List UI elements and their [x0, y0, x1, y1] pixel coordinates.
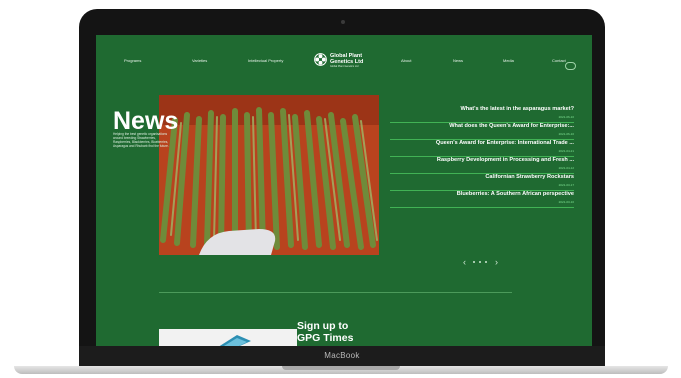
laptop-chin: MacBook	[79, 346, 605, 367]
page-description: Helping the best genetic organisations a…	[113, 132, 169, 148]
news-date: 2021-06-10	[558, 115, 574, 119]
news-item[interactable]: Raspberry Development in Processing and …	[390, 157, 574, 174]
asparagus-photo	[159, 95, 379, 255]
pager-dot[interactable]	[479, 261, 481, 263]
pager-dot[interactable]	[473, 261, 475, 263]
news-date: 2021-03-10	[558, 200, 574, 204]
nav-contact[interactable]: Contact	[552, 58, 566, 63]
news-date: 2021-04-12	[558, 166, 574, 170]
news-item[interactable]: What's the latest in the asparagus marke…	[390, 106, 574, 123]
website-screen: Programs Varieties Intellectual Property…	[96, 35, 592, 346]
laptop-notch	[282, 366, 400, 370]
logo-tagline: Global Plant Genetics Ltd	[330, 65, 359, 68]
nav-news[interactable]: News	[453, 58, 463, 63]
news-item[interactable]: Blueberries: A Southern African perspect…	[390, 191, 574, 208]
news-headline[interactable]: Californian Strawberry Rockstars	[485, 174, 574, 180]
flower-logo-icon	[314, 53, 327, 66]
news-headline[interactable]: What's the latest in the asparagus marke…	[460, 106, 574, 112]
news-headline[interactable]: Raspberry Development in Processing and …	[437, 157, 574, 163]
device-label: MacBook	[324, 351, 360, 360]
logo-name: Global Plant Genetics Ltd	[330, 53, 364, 65]
nav-intellectual-property[interactable]: Intellectual Property	[248, 58, 283, 63]
news-item[interactable]: What does the Queen's Award for Enterpri…	[390, 123, 574, 140]
news-date: 2021-03-17	[558, 183, 574, 187]
signup-heading[interactable]: Sign up to GPG Times	[297, 320, 353, 344]
pager-next-arrow-icon[interactable]: ›	[495, 257, 498, 267]
news-item[interactable]: Queen's Award for Enterprise: Internatio…	[390, 140, 574, 157]
nav-media[interactable]: Media	[503, 58, 514, 63]
news-date: 2021-04-21	[558, 149, 574, 153]
nav-varieties[interactable]: Varieties	[192, 58, 207, 63]
news-headline[interactable]: Blueberries: A Southern African perspect…	[457, 191, 574, 197]
asparagus-image	[159, 95, 379, 255]
news-headline[interactable]: Queen's Award for Enterprise: Internatio…	[436, 140, 574, 146]
news-item[interactable]: Californian Strawberry Rockstars 2021-03…	[390, 174, 574, 191]
pager-dot[interactable]	[485, 261, 487, 263]
news-headline[interactable]: What does the Queen's Award for Enterpri…	[449, 123, 574, 129]
signup-phone-image	[159, 329, 297, 346]
search-icon[interactable]	[565, 62, 576, 70]
camera-dot	[341, 20, 345, 24]
nav-about[interactable]: About	[401, 58, 411, 63]
phone-illustration	[159, 329, 297, 346]
pager-prev-arrow-icon[interactable]: ‹	[463, 257, 466, 267]
nav-programs[interactable]: Programs	[124, 58, 141, 63]
news-date: 2021-06-10	[558, 132, 574, 136]
section-divider	[159, 292, 512, 293]
